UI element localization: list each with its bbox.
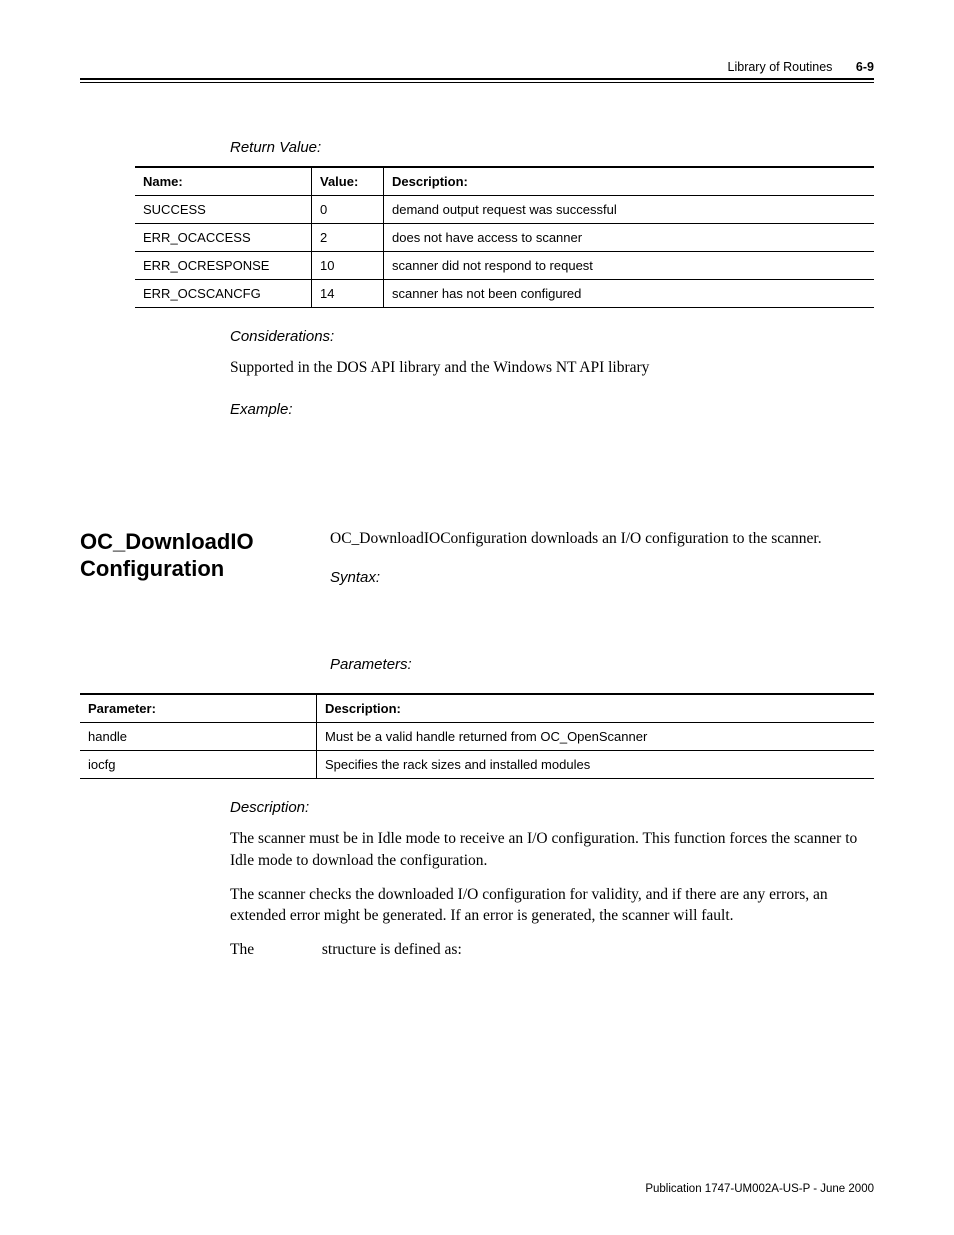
parameters-table: Parameter: Description: handle Must be a…	[80, 693, 874, 779]
cell-desc: Specifies the rack sizes and installed m…	[317, 751, 875, 779]
section-title-line1: OC_DownloadIO	[80, 529, 254, 554]
cell-desc: scanner did not respond to request	[384, 252, 875, 280]
cell-value: 14	[312, 280, 384, 308]
considerations-text: Supported in the DOS API library and the…	[230, 357, 874, 379]
cell-value: 10	[312, 252, 384, 280]
page-header: Library of Routines 6-9	[80, 60, 874, 89]
cell-param: iocfg	[80, 751, 317, 779]
description-p3a: The	[230, 941, 254, 958]
running-title: Library of Routines	[728, 60, 833, 74]
table-row: SUCCESS 0 demand output request was succ…	[135, 196, 874, 224]
parameters-heading: Parameters:	[330, 656, 874, 673]
cell-param: handle	[80, 723, 317, 751]
description-p3b: structure is defined as:	[322, 941, 462, 958]
considerations-block: Considerations: Supported in the DOS API…	[230, 328, 874, 418]
page-number: 6-9	[856, 60, 874, 74]
cell-desc: demand output request was successful	[384, 196, 875, 224]
table-row: iocfg Specifies the rack sizes and insta…	[80, 751, 874, 779]
syntax-heading: Syntax:	[330, 569, 874, 586]
footer-publication: Publication 1747-UM002A-US-P - June 2000	[645, 1183, 874, 1195]
considerations-heading: Considerations:	[230, 328, 874, 345]
description-p3: The structure is defined as:	[230, 939, 874, 961]
section-title-line2: Configuration	[80, 556, 224, 581]
example-heading: Example:	[230, 401, 874, 418]
col-parameter: Parameter:	[80, 694, 317, 723]
cell-name: ERR_OCACCESS	[135, 224, 312, 252]
cell-desc: does not have access to scanner	[384, 224, 875, 252]
description-p2: The scanner checks the downloaded I/O co…	[230, 884, 874, 927]
cell-name: ERR_OCSCANCFG	[135, 280, 312, 308]
description-p1: The scanner must be in Idle mode to rece…	[230, 828, 874, 871]
col-description: Description:	[317, 694, 875, 723]
section-intro: OC_DownloadIOConfiguration downloads an …	[330, 528, 874, 550]
col-description: Description:	[384, 167, 875, 196]
cell-value: 2	[312, 224, 384, 252]
cell-desc: scanner has not been configured	[384, 280, 875, 308]
col-value: Value:	[312, 167, 384, 196]
section-oc-downloadio: OC_DownloadIO Configuration OC_DownloadI…	[80, 528, 874, 684]
description-heading: Description:	[230, 799, 874, 816]
table-row: ERR_OCSCANCFG 14 scanner has not been co…	[135, 280, 874, 308]
cell-desc: Must be a valid handle returned from OC_…	[317, 723, 875, 751]
table-row: ERR_OCACCESS 2 does not have access to s…	[135, 224, 874, 252]
section-title: OC_DownloadIO Configuration	[80, 528, 330, 583]
return-value-table: Name: Value: Description: SUCCESS 0 dema…	[135, 166, 874, 308]
description-block: Description: The scanner must be in Idle…	[230, 799, 874, 960]
table-row: ERR_OCRESPONSE 10 scanner did not respon…	[135, 252, 874, 280]
top-content: Return Value:	[230, 139, 874, 156]
cell-name: SUCCESS	[135, 196, 312, 224]
cell-name: ERR_OCRESPONSE	[135, 252, 312, 280]
col-name: Name:	[135, 167, 312, 196]
return-value-heading: Return Value:	[230, 139, 874, 156]
table-row: handle Must be a valid handle returned f…	[80, 723, 874, 751]
cell-value: 0	[312, 196, 384, 224]
